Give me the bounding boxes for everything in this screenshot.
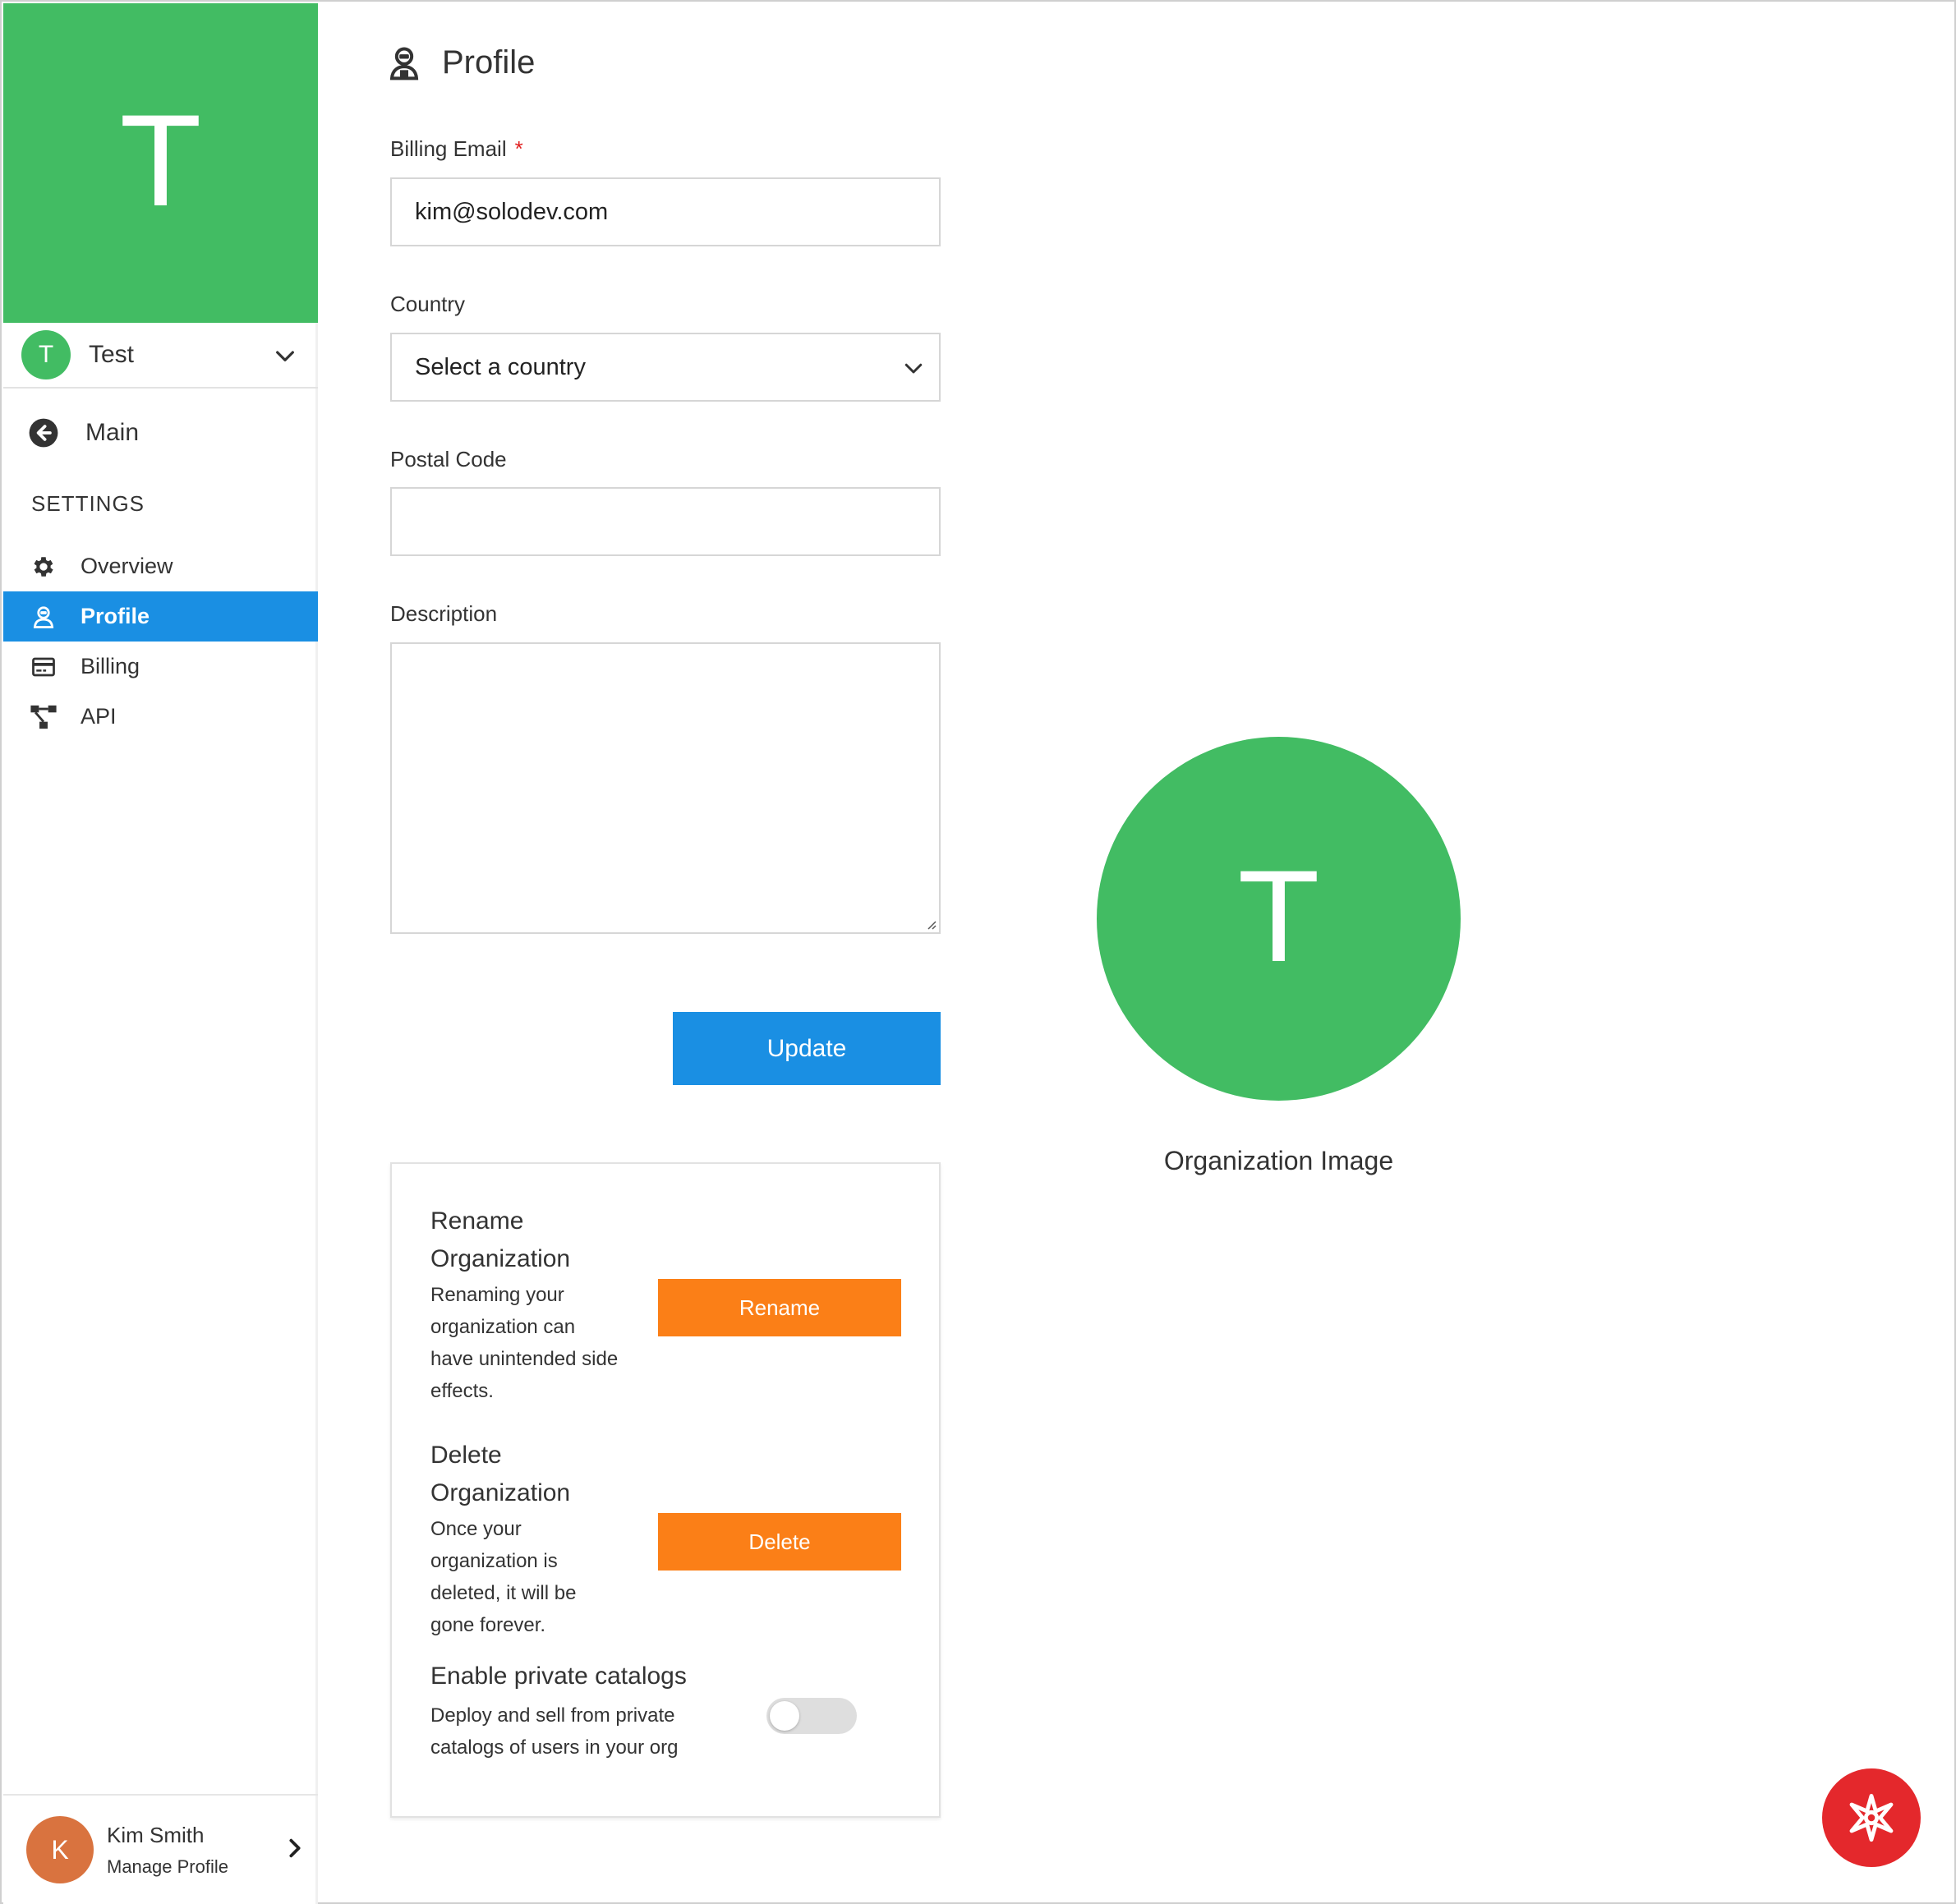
nav-main[interactable]: Main (3, 406, 318, 460)
catalogs-desc-line: Deploy and sell from private (430, 1704, 675, 1727)
arrow-left-circle-icon (29, 418, 58, 448)
chevron-right-icon (289, 1838, 301, 1858)
resize-grip-icon[interactable] (924, 918, 937, 931)
settings-heading: SETTINGS (31, 491, 145, 516)
rename-organization-description: Renaming your organization can have unin… (430, 1279, 636, 1407)
billing-email-field[interactable]: kim@solodev.com (390, 177, 941, 246)
delete-desc-line: organization is (430, 1550, 558, 1572)
private-catalogs-title: Enable private catalogs (430, 1663, 687, 1690)
rename-desc-line: effects. (430, 1380, 494, 1402)
delete-button[interactable]: Delete (658, 1513, 901, 1571)
rename-title-line2: Organization (430, 1245, 571, 1272)
delete-desc-line: gone forever. (430, 1614, 546, 1636)
description-label: Description (390, 601, 498, 626)
nav-main-label: Main (85, 419, 140, 446)
sidebar-item-label: Billing (81, 654, 140, 678)
delete-title-line2: Organization (430, 1479, 571, 1506)
sidebar-item-label: Overview (81, 554, 173, 578)
toggle-knob (770, 1701, 799, 1731)
private-catalogs-description: Deploy and sell from private catalogs of… (430, 1699, 759, 1764)
billing-email-label: Billing Email * (390, 136, 523, 162)
postal-code-field[interactable] (390, 487, 941, 556)
gear-icon (30, 553, 58, 581)
private-catalogs-toggle[interactable] (766, 1698, 857, 1734)
org-switcher[interactable]: T Test (3, 323, 318, 389)
user-info: Kim Smith Manage Profile (107, 1823, 228, 1878)
organization-image-caption: Organization Image (1163, 1146, 1394, 1175)
postal-code-label: Postal Code (390, 447, 507, 471)
rename-desc-line: have unintended side (430, 1348, 619, 1370)
sidebar-item-label: API (81, 704, 117, 729)
sidebar-item-profile[interactable]: Profile (3, 591, 318, 642)
rename-organization-title: Rename Organization (430, 1203, 636, 1278)
description-textarea[interactable] (390, 642, 941, 934)
page-title-text: Profile (442, 44, 536, 80)
country-select-value: Select a country (415, 353, 586, 380)
required-marker: * (514, 136, 523, 161)
org-banner-initial: T (122, 91, 199, 235)
organization-image-initial: T (1240, 847, 1317, 991)
country-label: Country (390, 292, 466, 316)
credit-card-icon (30, 653, 58, 681)
avatar: K (26, 1816, 94, 1883)
api-network-icon (30, 703, 58, 731)
delete-desc-line: Once your (430, 1518, 522, 1540)
sidebar-item-overview[interactable]: Overview (3, 541, 318, 591)
catalogs-desc-line: catalogs of users in your org (430, 1736, 679, 1759)
sidebar-item-api[interactable]: API (3, 692, 318, 742)
org-banner: T (3, 3, 318, 323)
user-icon (30, 603, 58, 631)
chevron-down-icon (904, 363, 923, 374)
help-widget-button[interactable] (1822, 1768, 1921, 1867)
chevron-down-icon (276, 351, 294, 361)
rename-button[interactable]: Rename (658, 1279, 901, 1336)
delete-title-line1: Delete (430, 1442, 502, 1469)
org-name: Test (89, 341, 135, 368)
page-title: Profile (388, 44, 535, 81)
rename-title-line1: Rename (430, 1207, 524, 1235)
rename-desc-line: Renaming your (430, 1284, 564, 1306)
sidebar-item-billing[interactable]: Billing (3, 642, 318, 692)
user-profile-link[interactable]: K Kim Smith Manage Profile (3, 1794, 318, 1904)
rename-desc-line: organization can (430, 1316, 576, 1338)
delete-desc-line: deleted, it will be (430, 1582, 577, 1604)
organization-actions-card: Rename Organization Renaming your organi… (390, 1162, 941, 1818)
billing-email-value: kim@solodev.com (415, 198, 609, 225)
delete-organization-title: Delete Organization (430, 1437, 636, 1512)
app-frame: T T Test Main SETTINGS Overview Profile … (0, 0, 1956, 1904)
avatar-initial: K (51, 1834, 69, 1865)
user-icon (389, 46, 419, 80)
update-button[interactable]: Update (673, 1012, 941, 1085)
manage-profile-label: Manage Profile (107, 1856, 228, 1877)
sidebar-item-label: Profile (81, 604, 150, 628)
solodev-logo-icon (1849, 1793, 1894, 1842)
org-avatar-initial: T (38, 341, 54, 368)
billing-email-label-text: Billing Email (390, 136, 507, 161)
org-avatar: T (21, 330, 71, 379)
delete-organization-description: Once your organization is deleted, it wi… (430, 1513, 636, 1641)
organization-image[interactable]: T (1097, 737, 1461, 1101)
user-name: Kim Smith (107, 1822, 205, 1847)
sidebar: T T Test Main SETTINGS Overview Profile … (3, 3, 318, 1904)
country-select[interactable]: Select a country (390, 333, 941, 402)
